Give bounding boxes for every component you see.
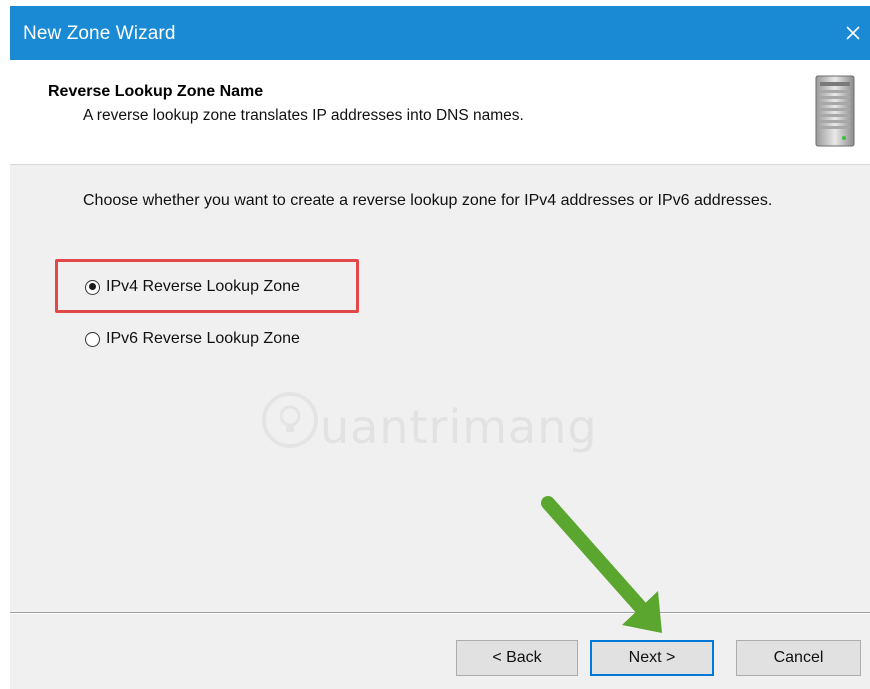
green-arrow-annotation [541,496,662,633]
server-icon [815,75,855,147]
page-subtitle: A reverse lookup zone translates IP addr… [83,107,524,124]
back-button[interactable]: < Back [456,640,578,676]
ipv6-reverse-lookup-option[interactable]: IPv6 Reverse Lookup Zone [85,328,300,350]
highlight-box [55,259,359,313]
window-title: New Zone Wizard [23,23,176,44]
footer-separator [10,612,870,614]
ipv6-radio-button[interactable] [85,331,100,347]
new-zone-wizard-dialog: New Zone Wizard Reverse Lookup Zone Name… [10,6,870,689]
watermark-text: uantrimang [320,400,598,454]
close-icon [846,26,860,40]
wizard-header: Reverse Lookup Zone Name A reverse looku… [10,60,870,165]
ipv6-option-label: IPv6 Reverse Lookup Zone [106,330,300,347]
next-button[interactable]: Next > [590,640,714,676]
close-button[interactable] [836,6,870,60]
lightbulb-icon [262,392,318,448]
page-title: Reverse Lookup Zone Name [48,83,264,100]
cancel-button[interactable]: Cancel [736,640,861,676]
title-bar: New Zone Wizard [10,6,870,60]
instruction-text: Choose whether you want to create a reve… [83,192,773,209]
